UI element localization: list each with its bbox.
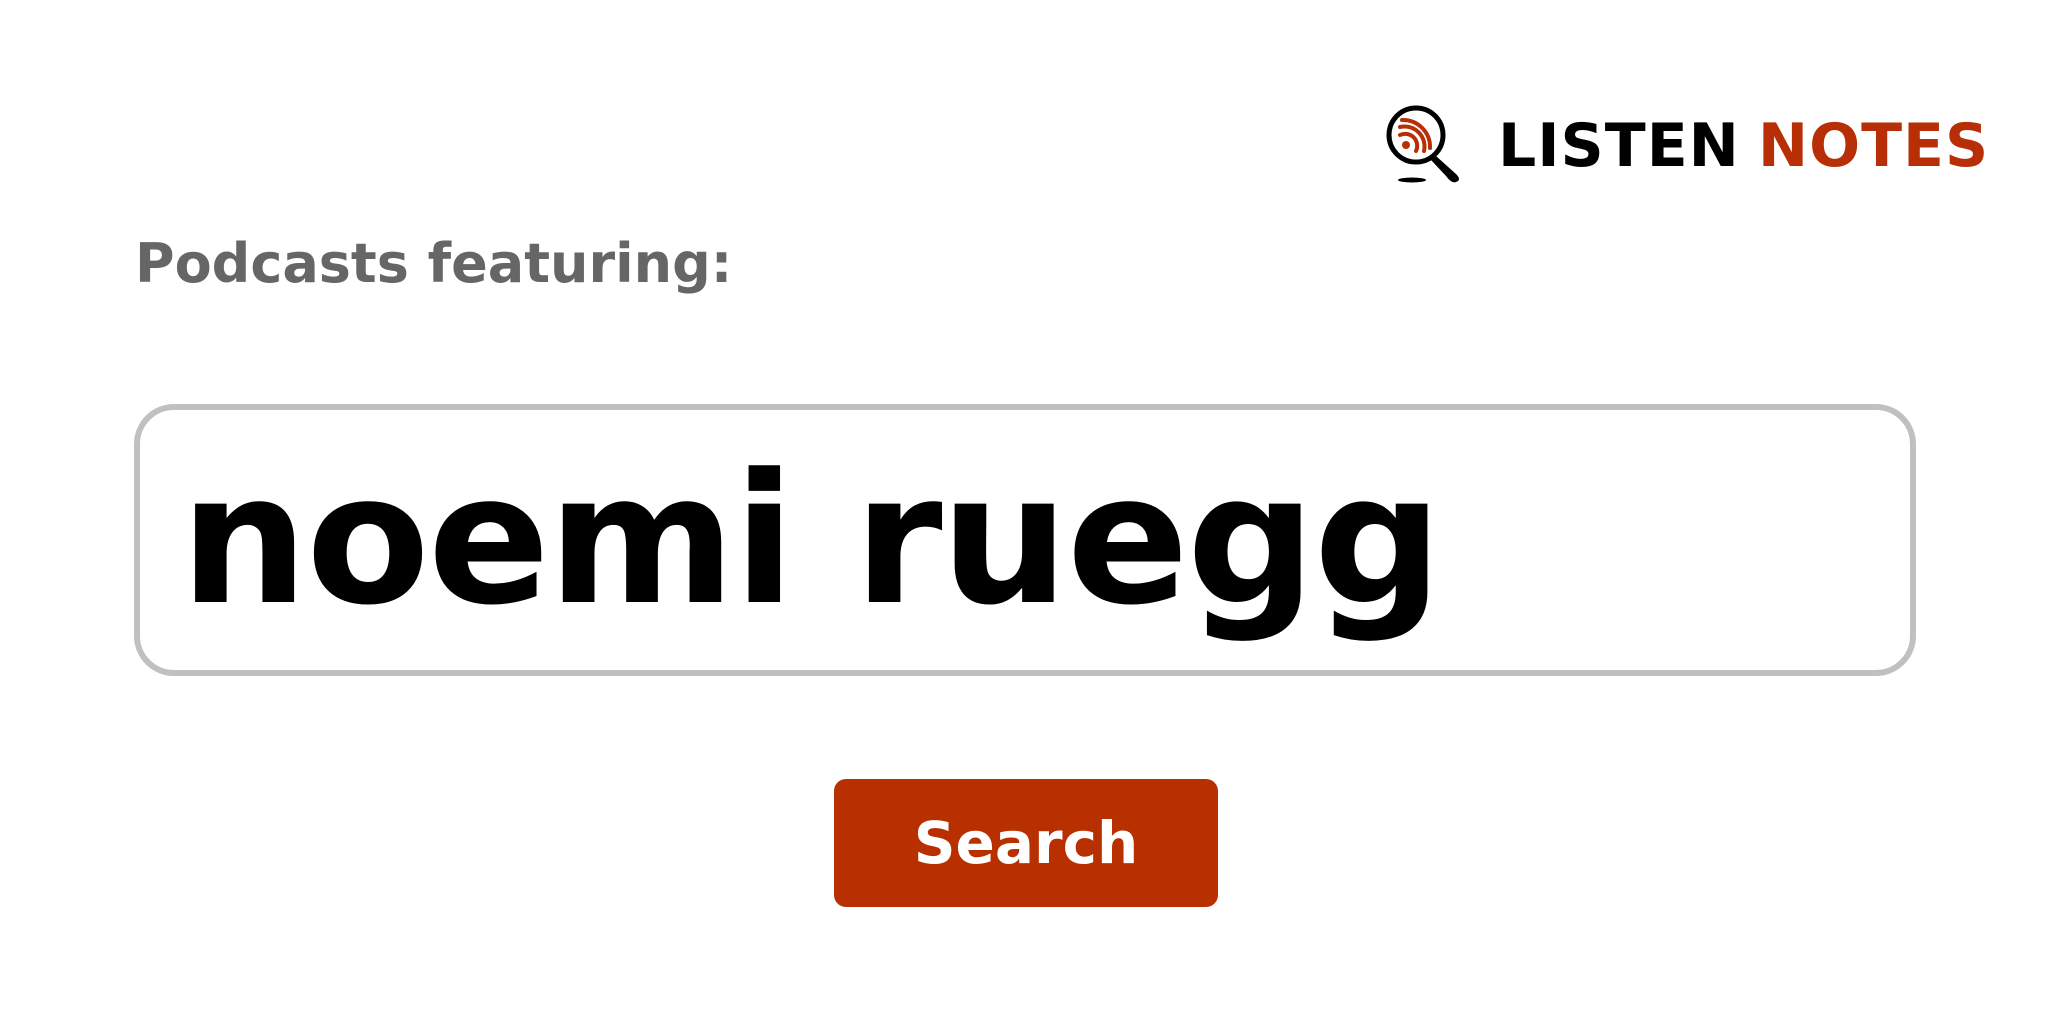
page: LISTEN NOTES Podcasts featuring: noemi ru… — [0, 0, 2048, 1024]
magnifier-podcast-icon — [1386, 105, 1459, 183]
logo-wordmark: LISTEN NOTES — [1498, 116, 1989, 176]
listen-notes-logo[interactable]: LISTEN NOTES — [1384, 104, 1989, 188]
search-button[interactable]: Search — [834, 779, 1218, 907]
search-input-value[interactable]: noemi ruegg — [180, 442, 1442, 640]
logo-word-notes: NOTES — [1757, 111, 1990, 181]
logo-word-listen: LISTEN — [1498, 111, 1740, 181]
podcasts-featuring-label: Podcasts featuring: — [135, 232, 733, 295]
